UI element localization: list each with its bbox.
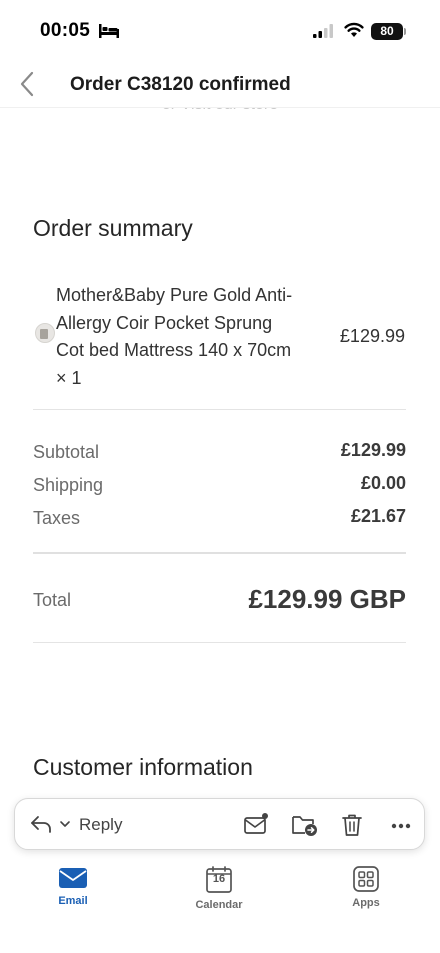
nav-bar: Order C38120 confirmed [0,60,440,108]
apps-grid-icon [353,866,379,892]
order-summary-heading: Order summary [33,215,193,241]
reply-button[interactable]: Reply [79,815,122,835]
divider [33,409,406,410]
status-time: 00:05 [40,20,91,41]
battery-cap [404,28,406,35]
taxes-label: Taxes [33,508,81,528]
total-value: £129.99 GBP [248,584,406,614]
shipping-label: Shipping [33,475,104,495]
customer-information-heading: Customer information [33,754,253,780]
product-name: Mother&Baby Pure Gold Anti-Allergy Coir … [56,285,293,388]
divider [33,552,406,554]
shipping-value: £0.00 [360,473,406,493]
calendar-day-number: 16 [212,873,226,885]
product-price: £129.99 [339,326,405,346]
subtotal-value: £129.99 [340,440,406,460]
tab-email[interactable]: Email [28,866,118,907]
chevron-down-icon[interactable] [59,819,71,829]
taxes-value: £21.67 [350,506,406,526]
back-chevron-icon[interactable] [16,70,40,98]
divider [33,642,406,643]
page-title: Order C38120 confirmed [70,74,291,95]
tab-apps[interactable]: Apps [321,866,411,909]
signal-icon [313,24,333,38]
tab-email-label: Email [58,895,88,907]
email-icon [59,868,87,888]
total-label: Total [33,590,72,610]
product-thumbnail [35,323,55,343]
bottom-tab-bar: Email 16 Calendar Apps [0,850,440,953]
battery-indicator: 80 [371,23,403,40]
tab-calendar-label: Calendar [195,899,243,911]
more-options-icon[interactable] [391,823,411,829]
mark-unread-mail-icon[interactable] [243,812,269,836]
tab-calendar[interactable]: 16 Calendar [174,866,264,911]
bed-icon [99,24,119,38]
tab-apps-label: Apps [352,897,380,909]
subtotal-label: Subtotal [33,442,100,462]
status-bar: 00:05 80 [0,0,440,60]
reply-arrow-icon[interactable] [29,814,53,834]
move-to-folder-icon[interactable] [291,812,319,838]
wifi-icon [344,22,364,37]
reply-toolbar: Reply [14,798,425,850]
trash-icon[interactable] [340,812,364,838]
